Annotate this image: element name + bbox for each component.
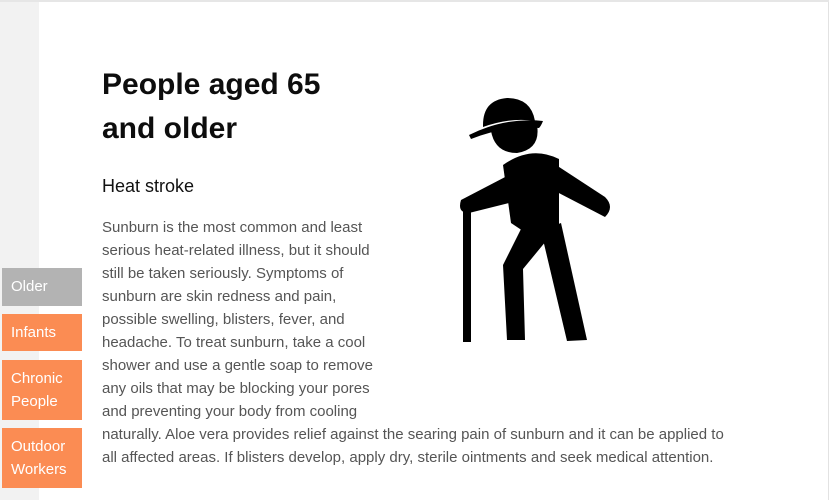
elderly-person-with-cane-icon xyxy=(460,98,610,342)
body-paragraph: Sunburn is the most common and least ser… xyxy=(102,216,732,469)
rear-leg xyxy=(541,223,587,341)
nav-item-outdoor-workers[interactable]: Outdoor Workers xyxy=(2,428,82,488)
cane xyxy=(463,205,471,342)
section-subtitle: Heat stroke xyxy=(102,176,195,196)
nav-item-infants[interactable]: Infants xyxy=(2,314,82,351)
rear-arm xyxy=(553,163,610,217)
nav-item-older[interactable]: Older xyxy=(2,268,82,306)
nav-item-chronic-people[interactable]: Chronic People xyxy=(2,360,82,420)
page-title: People aged 65 and older xyxy=(102,68,321,145)
left-gutter xyxy=(0,2,39,500)
top-border xyxy=(0,0,829,2)
